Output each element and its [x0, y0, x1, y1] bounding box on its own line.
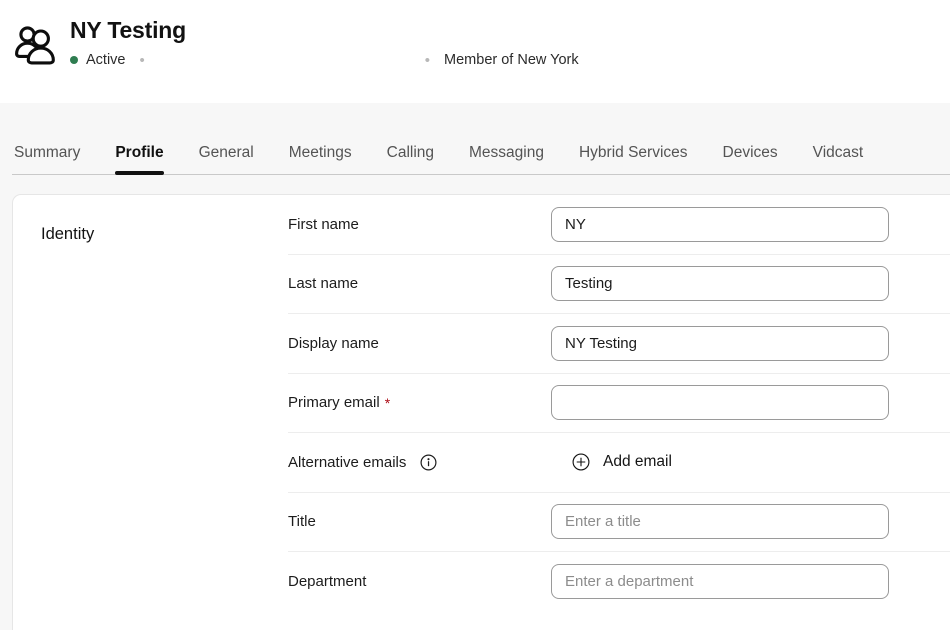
- tabbar-region: Summary Profile General Meetings Calling…: [0, 103, 950, 175]
- label-primary-email-text: Primary email: [288, 394, 380, 412]
- field-row-alternative-emails: Alternative emails Add email: [288, 433, 950, 493]
- tab-messaging[interactable]: Messaging: [469, 144, 544, 175]
- field-row-first-name: First name: [288, 195, 950, 255]
- tab-general[interactable]: General: [199, 144, 254, 175]
- meta-separator-1: •: [139, 51, 145, 69]
- add-email-label: Add email: [603, 453, 672, 471]
- plus-circle-icon: [572, 453, 590, 471]
- tabbar: Summary Profile General Meetings Calling…: [0, 103, 950, 175]
- field-row-department: Department: [288, 552, 950, 612]
- tab-calling[interactable]: Calling: [387, 144, 434, 175]
- field-row-primary-email: Primary email *: [288, 374, 950, 433]
- display-name-input[interactable]: [551, 325, 889, 361]
- label-title: Title: [288, 513, 316, 531]
- label-display-name: Display name: [288, 334, 379, 352]
- first-name-input[interactable]: [551, 206, 889, 242]
- identity-section-title: Identity: [41, 225, 95, 243]
- tab-summary[interactable]: Summary: [14, 144, 80, 175]
- page-header: NY Testing Active • • Member of New York: [0, 0, 950, 103]
- label-last-name: Last name: [288, 275, 359, 293]
- field-row-display-name: Display name: [288, 314, 950, 374]
- tab-hybrid-services[interactable]: Hybrid Services: [579, 144, 688, 175]
- label-alternative-emails: Alternative emails: [288, 454, 551, 471]
- title-input[interactable]: [551, 504, 889, 540]
- add-email-button[interactable]: Add email: [572, 453, 672, 471]
- label-department: Department: [288, 573, 367, 591]
- tab-devices[interactable]: Devices: [723, 144, 778, 175]
- primary-email-input[interactable]: [551, 385, 889, 421]
- membership-label: Member of New York: [444, 52, 579, 68]
- field-row-title: Title: [288, 493, 950, 552]
- page-title: NY Testing: [70, 17, 186, 43]
- header-meta-row: Active • • Member of New York: [70, 51, 579, 69]
- status-badge: Active: [86, 52, 126, 68]
- meta-separator-2: •: [424, 51, 431, 69]
- last-name-input[interactable]: [551, 266, 889, 302]
- label-first-name: First name: [288, 215, 359, 233]
- tab-meetings[interactable]: Meetings: [289, 144, 352, 175]
- department-input[interactable]: [551, 564, 889, 600]
- people-group-icon: [12, 24, 58, 73]
- label-alternative-emails-text: Alternative emails: [288, 453, 407, 471]
- tab-vidcast[interactable]: Vidcast: [813, 144, 864, 175]
- info-circle-icon[interactable]: [420, 454, 437, 471]
- field-row-last-name: Last name: [288, 255, 950, 314]
- tab-profile[interactable]: Profile: [115, 144, 164, 175]
- status-dot: [70, 56, 78, 64]
- avatar: [0, 14, 70, 73]
- identity-fields: First name Last name Display name Primar…: [288, 195, 950, 612]
- header-text-block: NY Testing Active • • Member of New York: [70, 14, 579, 69]
- required-asterisk: *: [384, 394, 391, 411]
- label-primary-email: Primary email *: [288, 394, 551, 411]
- identity-card: Identity First name Last name Display na…: [12, 194, 950, 630]
